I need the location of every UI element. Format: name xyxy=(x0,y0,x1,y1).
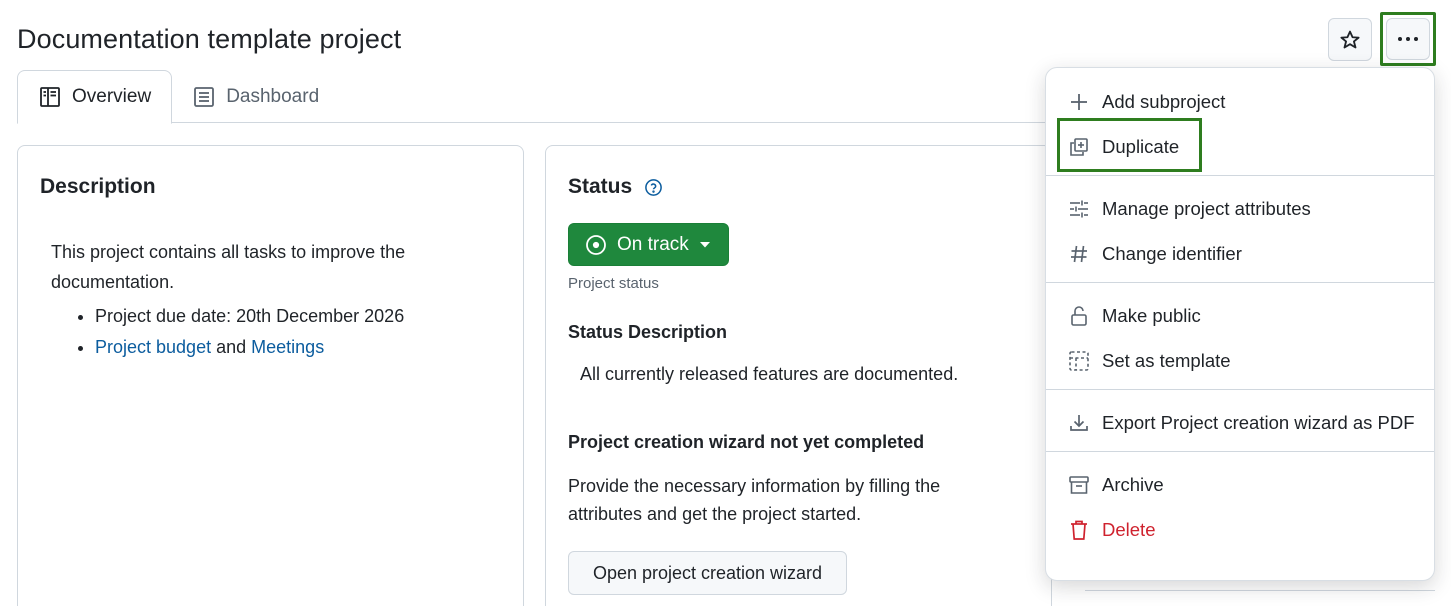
duplicate-icon xyxy=(1068,136,1090,158)
and-text: and xyxy=(216,337,247,357)
menu-item-label: Make public xyxy=(1102,304,1201,326)
page-title: Documentation template project xyxy=(17,24,402,54)
star-icon xyxy=(1340,30,1360,48)
status-title: Status xyxy=(568,175,633,198)
status-description-text: All currently released features are docu… xyxy=(580,364,959,384)
sliders-icon xyxy=(1068,198,1090,220)
menu-item-label: Add subproject xyxy=(1102,90,1226,112)
menu-item-label: Set as template xyxy=(1102,349,1231,371)
template-icon xyxy=(1068,350,1090,372)
more-actions-button[interactable] xyxy=(1386,18,1430,60)
description-body: This project contains all tasks to impro… xyxy=(51,237,503,363)
list-item: Project due date: 20th December 2026 xyxy=(95,301,503,332)
more-horizontal-icon xyxy=(1398,37,1418,41)
favorite-button[interactable] xyxy=(1328,18,1372,61)
trash-icon xyxy=(1068,519,1090,541)
due-date-text: Project due date: 20th December 2026 xyxy=(95,306,405,326)
list-icon xyxy=(194,86,215,107)
unlock-icon xyxy=(1068,305,1090,327)
tab-overview[interactable]: Overview xyxy=(17,70,173,124)
open-wizard-button[interactable]: Open project creation wizard xyxy=(568,551,847,595)
description-widget: Description This project contains all ta… xyxy=(17,145,524,606)
status-value: On track xyxy=(617,233,689,255)
menu-item-set-template[interactable]: Set as template xyxy=(1046,338,1434,383)
menu-item-duplicate[interactable]: Duplicate xyxy=(1046,124,1434,169)
project-tabs: Overview Dashboard xyxy=(17,70,1051,124)
description-list: Project due date: 20th December 2026 Pro… xyxy=(51,301,503,363)
menu-item-change-identifier[interactable]: Change identifier xyxy=(1046,231,1434,276)
download-icon xyxy=(1068,412,1090,434)
wizard-heading: Project creation wizard not yet complete… xyxy=(568,432,925,452)
description-title: Description xyxy=(40,175,156,198)
hash-icon xyxy=(1068,243,1090,265)
header-actions xyxy=(1328,12,1436,66)
list-item: Project budget and Meetings xyxy=(95,332,503,363)
tab-overview-label: Overview xyxy=(72,86,152,107)
project-budget-link[interactable]: Project budget xyxy=(95,337,211,357)
menu-item-add-subproject[interactable]: Add subproject xyxy=(1046,79,1434,124)
menu-item-label: Change identifier xyxy=(1102,242,1242,264)
menu-item-archive[interactable]: Archive xyxy=(1046,462,1434,507)
menu-item-label: Export Project creation wizard as PDF xyxy=(1102,411,1415,433)
status-description-heading: Status Description xyxy=(568,322,728,342)
menu-divider xyxy=(1046,175,1434,176)
status-dropdown-button[interactable]: On track xyxy=(568,223,729,266)
help-circle-icon[interactable] xyxy=(644,178,663,197)
menu-divider xyxy=(1046,389,1434,390)
description-text: This project contains all tasks to impro… xyxy=(51,242,406,292)
divider xyxy=(1085,590,1435,591)
menu-item-label: Duplicate xyxy=(1102,135,1180,157)
menu-divider xyxy=(1046,451,1434,452)
tab-dashboard-label: Dashboard xyxy=(226,85,320,107)
menu-item-delete[interactable]: Delete xyxy=(1046,507,1434,552)
plus-icon xyxy=(1068,91,1090,113)
status-caption: Project status xyxy=(568,275,659,292)
menu-item-label: Archive xyxy=(1102,473,1164,495)
project-actions-menu: Add subproject Duplicate Manage project … xyxy=(1045,67,1435,581)
menu-item-export-pdf[interactable]: Export Project creation wizard as PDF xyxy=(1046,400,1434,445)
book-icon xyxy=(40,87,60,107)
menu-item-label: Manage project attributes xyxy=(1102,197,1311,219)
tab-dashboard[interactable]: Dashboard xyxy=(172,70,339,123)
target-icon xyxy=(586,234,606,255)
archive-icon xyxy=(1068,474,1090,496)
menu-divider xyxy=(1046,282,1434,283)
caret-down-icon xyxy=(699,241,710,247)
wizard-text: Provide the necessary information by fil… xyxy=(568,476,941,524)
menu-item-manage-attributes[interactable]: Manage project attributes xyxy=(1046,186,1434,231)
more-button-highlight xyxy=(1380,12,1436,66)
menu-item-label: Delete xyxy=(1102,518,1156,540)
status-widget: Status On track Project status Status De… xyxy=(545,145,1052,606)
status-header: Status xyxy=(568,175,663,199)
meetings-link[interactable]: Meetings xyxy=(251,337,324,357)
menu-item-make-public[interactable]: Make public xyxy=(1046,293,1434,338)
